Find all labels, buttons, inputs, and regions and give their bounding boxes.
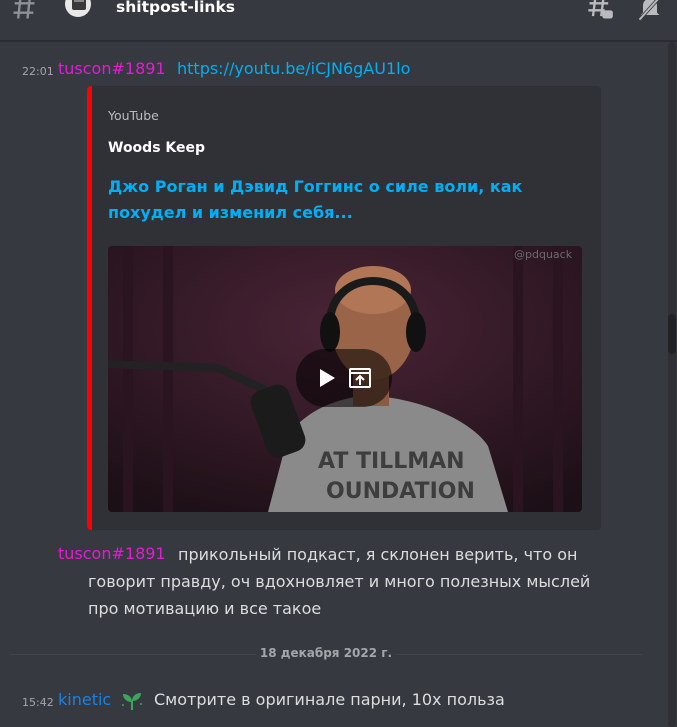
shirt-text-2: OUNDATION <box>326 479 475 504</box>
message-author[interactable]: kinetic <box>58 690 111 709</box>
scrollbar-track[interactable] <box>668 42 676 727</box>
message-author[interactable]: tuscon#1891 <box>58 59 166 78</box>
video-thumbnail[interactable]: AT TILLMAN OUNDATION @pdquack <box>108 246 582 512</box>
play-icon[interactable] <box>316 367 338 389</box>
open-external-icon[interactable] <box>348 367 372 389</box>
youtube-embed: YouTube Woods Keep Джо Роган и Дэвид Гог… <box>87 86 601 530</box>
server-icon[interactable] <box>58 0 94 22</box>
video-watermark: @pdquack <box>514 248 573 261</box>
channel-name: shitpost-links <box>116 0 235 16</box>
youtube-link[interactable]: https://youtu.be/iCJN6gAU1lo <box>177 59 410 78</box>
sprout-badge-icon[interactable] <box>120 691 144 711</box>
message-text: прикольный подкаст, я склонен верить, чт… <box>88 545 591 618</box>
date-divider: 18 декабря 2022 г. <box>256 646 396 660</box>
scrollbar-thumb[interactable] <box>668 314 676 354</box>
message-text: Смотрите в оригинале парни, 10х польза <box>154 690 505 709</box>
channel-header: shitpost-links <box>0 0 677 41</box>
date-divider-line <box>396 654 642 655</box>
video-controls <box>296 349 392 407</box>
date-divider-line <box>10 654 256 655</box>
embed-author[interactable]: Woods Keep <box>108 140 205 156</box>
message-timestamp[interactable]: 22:01 <box>22 65 54 78</box>
embed-provider[interactable]: YouTube <box>108 108 159 123</box>
shirt-text-1: AT TILLMAN <box>318 449 465 474</box>
embed-title[interactable]: Джо Роган и Дэвид Гоггинс о силе воли, к… <box>108 174 548 226</box>
mute-icon[interactable] <box>636 0 664 22</box>
message-timestamp[interactable]: 15:42 <box>22 696 54 709</box>
hash-icon <box>13 0 35 19</box>
threads-icon[interactable] <box>586 0 614 22</box>
